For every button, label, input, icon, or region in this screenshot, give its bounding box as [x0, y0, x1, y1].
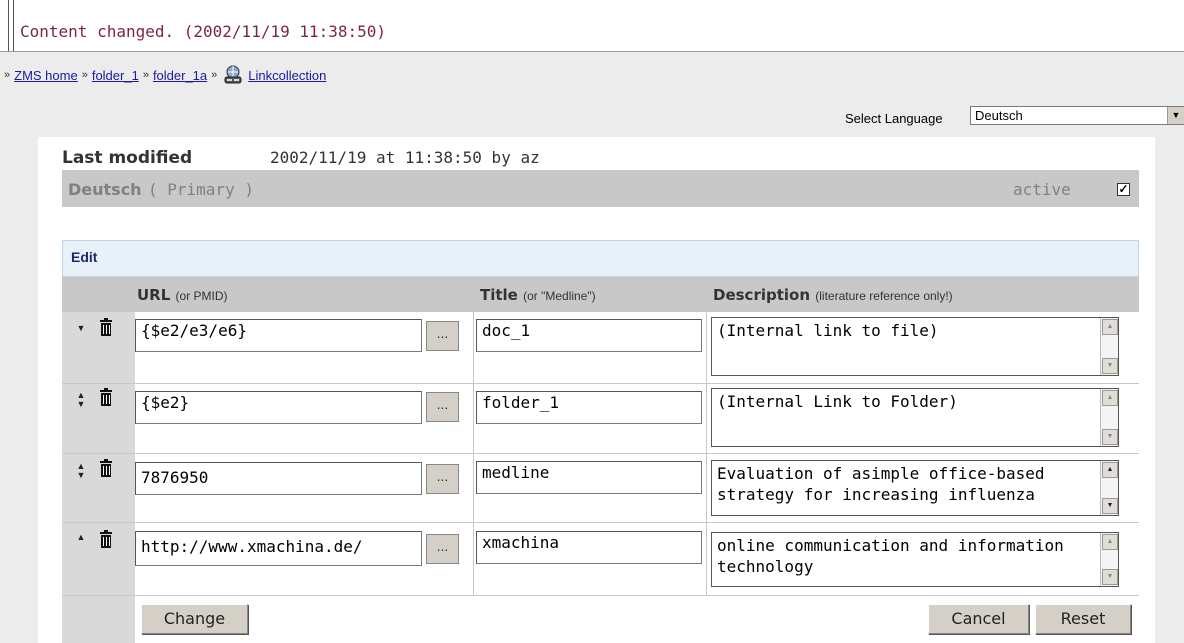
active-checkbox[interactable]: ✓ [1117, 183, 1130, 196]
column-title: Title (or "Medline") [480, 286, 596, 304]
column-description: Description (literature reference only!) [713, 286, 953, 304]
trash-icon[interactable] [100, 459, 112, 477]
url-input[interactable]: http://www.xmachina.de/ [135, 531, 422, 566]
trash-icon[interactable] [100, 318, 112, 336]
edit-title: Edit [71, 249, 98, 265]
language-name: Deutsch [68, 180, 142, 199]
status-message: Content changed. (2002/11/19 11:38:50) [20, 22, 387, 41]
trash-icon[interactable] [100, 530, 112, 548]
row-divider [62, 453, 1139, 454]
row-divider [62, 595, 1139, 596]
description-scrollbar[interactable]: ▲ ▼ [1100, 461, 1118, 515]
title-input[interactable]: medline [476, 461, 702, 494]
language-primary: ( Primary ) [148, 180, 254, 199]
edit-header [62, 240, 1139, 277]
move-up-down-icon[interactable]: ▲ ▼ [73, 462, 89, 482]
description-scrollbar[interactable]: ▲ ▼ [1100, 533, 1118, 586]
move-up-down-icon[interactable]: ▲ ▼ [73, 391, 89, 411]
scroll-down-icon[interactable]: ▼ [1102, 429, 1118, 445]
move-down-icon[interactable]: ▼ [73, 324, 89, 344]
breadcrumb-folder-1[interactable]: folder_1 [92, 68, 139, 83]
description-scrollbar[interactable]: ▲ ▼ [1100, 389, 1118, 446]
url-input[interactable]: {$e2} [135, 391, 422, 424]
description-textarea[interactable]: Evaluation of asimple office-based strat… [711, 460, 1119, 516]
scroll-down-icon[interactable]: ▼ [1102, 358, 1118, 374]
move-up-icon[interactable]: ▲ [73, 533, 89, 553]
status-bar: Content changed. (2002/11/19 11:38:50) [0, 0, 1184, 52]
column-url: URL (or PMID) [137, 286, 228, 304]
breadcrumb-folder-1a[interactable]: folder_1a [153, 68, 207, 83]
url-input[interactable]: 7876950 [135, 462, 422, 495]
breadcrumb: » ZMS home » folder_1 » folder_1a » Link… [0, 65, 326, 85]
description-textarea[interactable]: (Internal link to file) [711, 317, 1119, 376]
browse-button[interactable]: ... [426, 464, 459, 494]
title-input[interactable]: folder_1 [476, 391, 702, 424]
title-input[interactable]: xmachina [476, 531, 702, 564]
breadcrumb-zms-home[interactable]: ZMS home [14, 68, 78, 83]
scroll-up-icon[interactable]: ▲ [1102, 319, 1118, 335]
row-divider [62, 383, 1139, 384]
linkcollection-icon [224, 65, 242, 84]
scroll-down-icon[interactable]: ▼ [1102, 569, 1118, 585]
breadcrumb-separator: » [142, 69, 149, 81]
language-select[interactable]: Deutsch [970, 106, 1184, 125]
row-divider [62, 522, 1139, 523]
frame-edge [8, 0, 14, 51]
reset-button[interactable]: Reset [1035, 604, 1131, 634]
scroll-up-icon[interactable]: ▲ [1102, 390, 1118, 406]
title-input[interactable]: doc_1 [476, 319, 702, 352]
scroll-up-icon[interactable]: ▲ [1102, 462, 1118, 478]
breadcrumb-separator: » [81, 69, 88, 81]
trash-icon[interactable] [100, 388, 112, 406]
cancel-button[interactable]: Cancel [928, 604, 1029, 634]
chevron-down-icon[interactable]: ▼ [1167, 107, 1184, 124]
breadcrumb-linkcollection[interactable]: Linkcollection [248, 68, 326, 83]
browse-button[interactable]: ... [426, 321, 459, 351]
active-label: active [1013, 180, 1071, 199]
description-scrollbar[interactable]: ▲ ▼ [1100, 318, 1118, 375]
select-language-label: Select Language [845, 111, 943, 126]
browse-button[interactable]: ... [426, 534, 459, 564]
last-modified-value: 2002/11/19 at 11:38:50 by az [270, 148, 540, 167]
last-modified-label: Last modified [62, 148, 193, 168]
breadcrumb-separator: » [211, 69, 218, 81]
description-textarea[interactable]: online communication and information tec… [711, 532, 1119, 587]
browse-button[interactable]: ... [426, 392, 459, 422]
scroll-up-icon[interactable]: ▲ [1102, 534, 1118, 550]
breadcrumb-separator: » [4, 69, 11, 81]
description-textarea[interactable]: (Internal Link to Folder) [711, 388, 1119, 447]
scroll-down-icon[interactable]: ▼ [1102, 498, 1118, 514]
url-input[interactable]: {$e2/e3/e6} [135, 319, 422, 352]
change-button[interactable]: Change [141, 604, 248, 634]
